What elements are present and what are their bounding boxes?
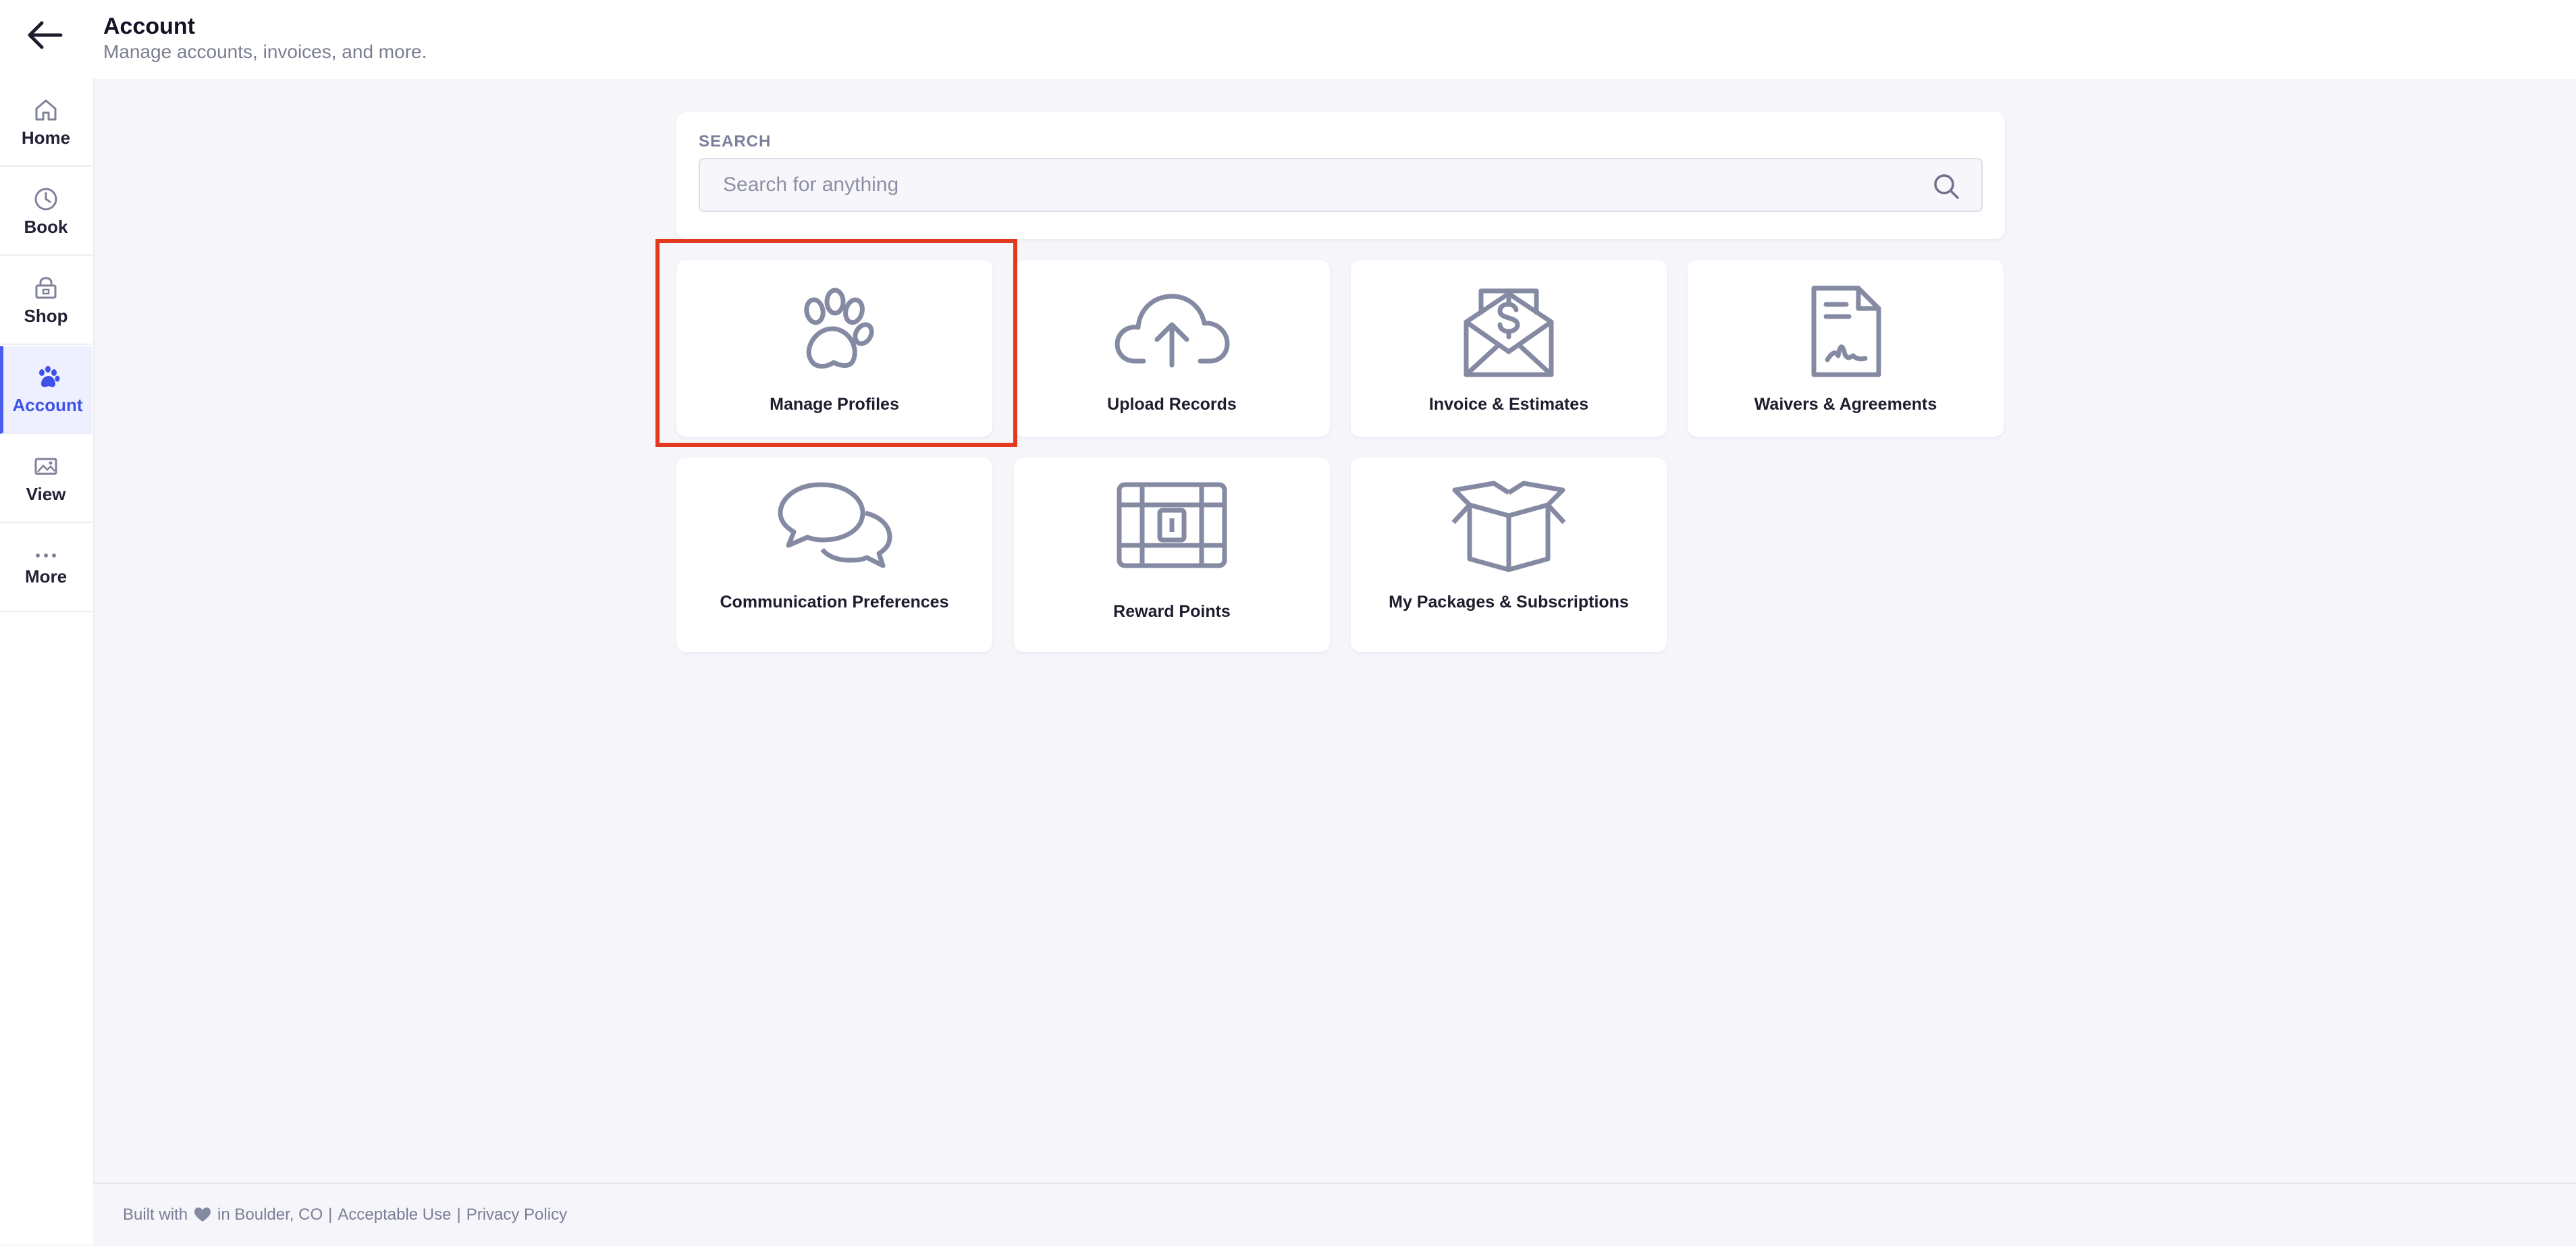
footer-separator: |	[456, 1206, 461, 1224]
tile-label: Communication Preferences	[720, 593, 949, 612]
top-header: Account Manage accounts, invoices, and m…	[0, 0, 2576, 79]
treasure-chest-icon	[1014, 478, 1330, 572]
tile-label: Invoice & Estimates	[1428, 395, 1589, 414]
sidebar-item-home[interactable]: Home	[0, 79, 92, 167]
sidebar-item-label: More	[24, 566, 68, 587]
page-subtitle: Manage accounts, invoices, and more.	[103, 41, 427, 62]
open-box-icon	[1351, 478, 1667, 572]
search-icon[interactable]	[1931, 171, 1961, 205]
paw-icon	[34, 364, 61, 391]
more-dots-icon	[32, 549, 59, 562]
tile-waivers-agreements[interactable]: Waivers & Agreements	[1688, 260, 2004, 437]
chat-bubbles-icon	[676, 478, 992, 572]
tile-label: Reward Points	[1113, 602, 1231, 621]
tile-upload-records[interactable]: Upload Records	[1014, 260, 1330, 437]
sidebar-item-label: View	[26, 483, 66, 504]
signed-document-icon	[1688, 280, 2004, 381]
tile-label: Upload Records	[1107, 395, 1237, 414]
arrow-left-icon	[28, 21, 63, 49]
tile-manage-profiles[interactable]: Manage Profiles	[676, 260, 992, 437]
tile-my-packages-subscriptions[interactable]: My Packages & Subscriptions	[1351, 458, 1667, 652]
sidebar: Home Book Shop Account View More	[0, 79, 95, 1245]
search-input[interactable]	[700, 159, 1961, 211]
clock-icon	[32, 186, 59, 213]
tile-invoice-estimates[interactable]: Invoice & Estimates	[1351, 260, 1667, 437]
heart-icon	[193, 1207, 212, 1223]
sidebar-item-shop[interactable]: Shop	[0, 257, 92, 345]
tile-communication-preferences[interactable]: Communication Preferences	[676, 458, 992, 652]
sidebar-item-label: Account	[12, 394, 83, 415]
sidebar-item-more[interactable]: More	[0, 524, 92, 612]
footer: Built with in Boulder, CO | Acceptable U…	[93, 1183, 2576, 1246]
footer-separator: |	[328, 1206, 333, 1224]
acceptable-use-link[interactable]: Acceptable Use	[338, 1206, 451, 1224]
sidebar-item-label: Shop	[24, 305, 68, 326]
page-title: Account	[103, 13, 195, 39]
search-card: SEARCH	[676, 112, 2005, 239]
sidebar-item-label: Book	[24, 216, 68, 237]
home-icon	[32, 97, 59, 124]
footer-built-with: Built with	[123, 1206, 188, 1224]
shop-icon	[32, 275, 59, 302]
footer-text: Built with in Boulder, CO | Acceptable U…	[123, 1206, 567, 1224]
sidebar-item-account[interactable]: Account	[0, 346, 92, 434]
tile-label: My Packages & Subscriptions	[1389, 593, 1629, 612]
paw-icon	[676, 280, 992, 381]
back-button[interactable]	[19, 15, 70, 55]
tile-reward-points[interactable]: Reward Points	[1014, 458, 1330, 652]
search-label: SEARCH	[699, 132, 772, 151]
tile-label: Waivers & Agreements	[1754, 395, 1937, 414]
footer-location: in Boulder, CO	[217, 1206, 323, 1224]
invoice-envelope-icon	[1351, 280, 1667, 381]
privacy-policy-link[interactable]: Privacy Policy	[466, 1206, 567, 1224]
sidebar-item-label: Home	[21, 127, 71, 148]
search-box	[699, 158, 1983, 212]
sidebar-item-view[interactable]: View	[0, 435, 92, 523]
sidebar-item-book[interactable]: Book	[0, 168, 92, 256]
image-icon	[32, 453, 59, 480]
cloud-upload-icon	[1014, 280, 1330, 381]
tile-label: Manage Profiles	[770, 395, 899, 414]
